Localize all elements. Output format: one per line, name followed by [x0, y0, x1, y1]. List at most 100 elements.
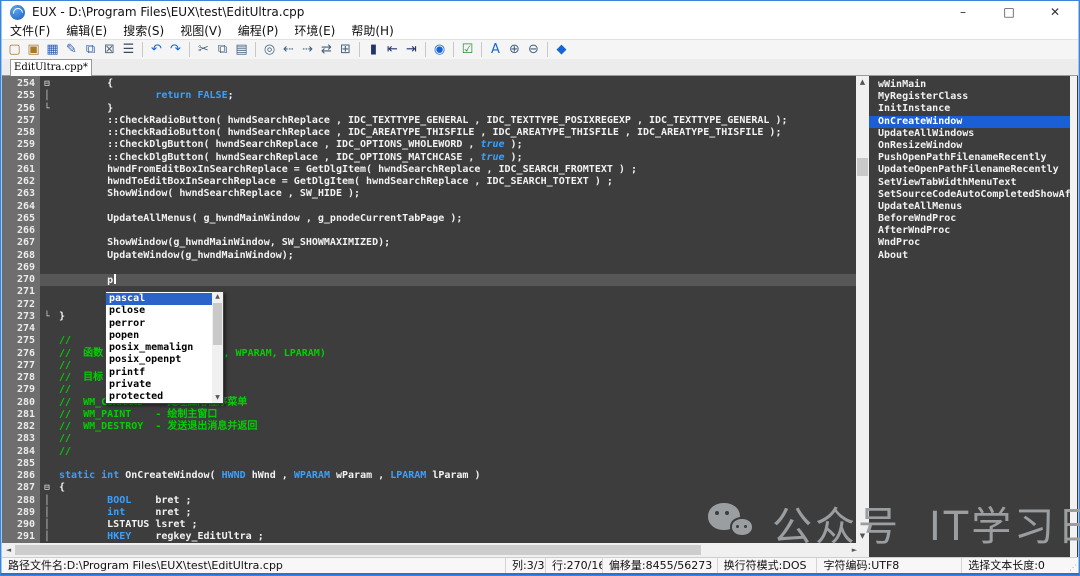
code-line[interactable]: 255│ return FALSE; — [2, 90, 856, 102]
function-list-item[interactable]: PushOpenPathFilenameRecently — [869, 152, 1070, 164]
save-all-button[interactable]: ⧉ — [81, 41, 100, 59]
replace-button[interactable]: ⇄ — [317, 41, 336, 59]
fold-marker-icon[interactable]: │ — [40, 519, 54, 531]
undo-button[interactable]: ↶ — [147, 41, 166, 59]
code-line[interactable]: 261 hwndFromEditBoxInSearchReplace = Get… — [2, 164, 856, 176]
function-list-item[interactable]: UpdateAllWindows — [869, 128, 1070, 140]
code-line[interactable]: 282// WM_DESTROY - 发送退出消息并返回 — [2, 421, 856, 433]
scroll-down-icon[interactable]: ▼ — [856, 530, 869, 543]
function-list-item[interactable]: SetViewTabWidthMenuText — [869, 177, 1070, 189]
zoom-in-button[interactable]: ⊕ — [505, 41, 524, 59]
copy-button[interactable]: ⧉ — [213, 41, 232, 59]
code-line[interactable]: 268 UpdateWindow(g_hwndMainWindow); — [2, 250, 856, 262]
editor-horizontal-scrollbar[interactable]: ◄ ► — [2, 543, 869, 557]
code-line[interactable]: 266 — [2, 225, 856, 237]
function-list-item[interactable]: AfterWndProc — [869, 225, 1070, 237]
redo-button[interactable]: ↷ — [166, 41, 185, 59]
prev-bookmark-button[interactable]: ⇤ — [383, 41, 402, 59]
autocomplete-scroll-up-icon[interactable]: ▲ — [212, 292, 223, 302]
code-line[interactable]: 281// WM_PAINT - 绘制主窗口 — [2, 409, 856, 421]
syntax-color-button[interactable]: A — [486, 41, 505, 59]
fold-marker-icon[interactable]: └ — [40, 311, 54, 323]
code-line[interactable]: 287⊟{ — [2, 482, 856, 494]
paste-button[interactable]: ▤ — [232, 41, 251, 59]
menu-item-5[interactable]: 环境(E) — [286, 23, 343, 39]
fold-marker-icon[interactable]: ⊟ — [40, 482, 54, 494]
function-list-item[interactable]: MyRegisterClass — [869, 91, 1070, 103]
function-list-item[interactable]: UpdateOpenPathFilenameRecently — [869, 164, 1070, 176]
function-list-item[interactable]: wWinMain — [869, 79, 1070, 91]
fold-marker-icon[interactable]: └ — [40, 103, 54, 115]
tab-editultra-cpp[interactable]: EditUltra.cpp* — [10, 59, 92, 76]
next-bookmark-button[interactable]: ⇥ — [402, 41, 421, 59]
autocomplete-item[interactable]: private — [106, 379, 212, 391]
code-line[interactable]: 260 ::CheckDlgButton( hwndSearchReplace … — [2, 152, 856, 164]
close-button[interactable]: ✕ — [1032, 1, 1078, 23]
code-line[interactable]: 262 hwndToEditBoxInSearchReplace = GetDl… — [2, 176, 856, 188]
code-line[interactable]: 264 — [2, 201, 856, 213]
code-line[interactable]: 288│ BOOL bret ; — [2, 495, 856, 507]
code-line[interactable]: 256└ } — [2, 103, 856, 115]
code-line[interactable]: 263 ShowWindow( hwndSearchReplace , SW_H… — [2, 188, 856, 200]
find-prev-button[interactable]: ⇠ — [279, 41, 298, 59]
fold-marker-icon[interactable]: ⊟ — [40, 78, 54, 90]
minimize-button[interactable]: – — [940, 1, 986, 23]
file-list-button[interactable]: ☰ — [119, 41, 138, 59]
autocomplete-item[interactable]: posix_openpt — [106, 354, 212, 366]
function-list-item[interactable]: InitInstance — [869, 103, 1070, 115]
code-line[interactable]: 291│ HKEY regkey_EditUltra ; — [2, 531, 856, 543]
new-file-button[interactable]: ▢ — [5, 41, 24, 59]
fold-marker-icon[interactable]: │ — [40, 531, 54, 543]
bookmark-button[interactable]: ▮ — [364, 41, 383, 59]
code-line[interactable]: 259 ::CheckDlgButton( hwndSearchReplace … — [2, 139, 856, 151]
open-file-button[interactable]: ▣ — [24, 41, 43, 59]
scroll-up-icon[interactable]: ▲ — [856, 76, 869, 89]
menu-item-4[interactable]: 编程(P) — [230, 23, 287, 39]
find-next-button[interactable]: ⇢ — [298, 41, 317, 59]
editor-vertical-scrollbar[interactable]: ▲ ▼ — [856, 76, 869, 543]
fold-marker-icon[interactable]: │ — [40, 495, 54, 507]
menu-item-2[interactable]: 搜索(S) — [115, 23, 172, 39]
horizontal-scroll-thumb[interactable] — [15, 545, 701, 555]
replace-all-button[interactable]: ⊞ — [336, 41, 355, 59]
code-line[interactable]: 270 p — [2, 274, 856, 286]
code-line[interactable]: 254⊟ { — [2, 78, 856, 90]
menu-item-1[interactable]: 编辑(E) — [58, 23, 115, 39]
code-line[interactable]: 269 — [2, 262, 856, 274]
code-line[interactable]: 286static int OnCreateWindow( HWND hWnd … — [2, 470, 856, 482]
autocomplete-item[interactable]: protected — [106, 391, 212, 403]
code-line[interactable]: 290│ LSTATUS lsret ; — [2, 519, 856, 531]
line-mode-button[interactable]: ☑ — [458, 41, 477, 59]
code-line[interactable]: 257 ::CheckRadioButton( hwndSearchReplac… — [2, 115, 856, 127]
function-list-item[interactable]: UpdateAllMenus — [869, 201, 1070, 213]
code-line[interactable]: 283// — [2, 433, 856, 445]
code-line[interactable]: 265 UpdateAllMenus( g_hwndMainWindow , g… — [2, 213, 856, 225]
maximize-button[interactable]: □ — [986, 1, 1032, 23]
function-list-item[interactable]: OnCreateWindow — [869, 116, 1070, 128]
function-list-item[interactable]: SetSourceCodeAutoCompletedShowAft — [869, 189, 1070, 201]
code-line[interactable]: 267 ShowWindow(g_hwndMainWindow, SW_SHOW… — [2, 237, 856, 249]
code-line[interactable]: 284// — [2, 446, 856, 458]
function-list-item[interactable]: BeforeWndProc — [869, 213, 1070, 225]
autocomplete-scrollbar[interactable]: ▲ ▼ — [212, 292, 223, 403]
vertical-scroll-thumb[interactable] — [857, 158, 868, 176]
autocomplete-item[interactable]: perror — [106, 318, 212, 330]
scroll-left-icon[interactable]: ◄ — [2, 543, 15, 557]
close-file-button[interactable]: ⊠ — [100, 41, 119, 59]
fold-marker-icon[interactable]: │ — [40, 90, 54, 102]
function-list-item[interactable]: WndProc — [869, 237, 1070, 249]
find-button[interactable]: ◎ — [260, 41, 279, 59]
menu-item-6[interactable]: 帮助(H) — [343, 23, 401, 39]
code-line[interactable]: 285 — [2, 458, 856, 470]
autocomplete-item[interactable]: pclose — [106, 305, 212, 317]
menu-item-0[interactable]: 文件(F) — [2, 23, 58, 39]
save-as-button[interactable]: ✎ — [62, 41, 81, 59]
code-line[interactable]: 289│ int nret ; — [2, 507, 856, 519]
autocomplete-item[interactable]: posix_memalign — [106, 342, 212, 354]
about-button[interactable]: ◆ — [552, 41, 571, 59]
autocomplete-item[interactable]: printf — [106, 367, 212, 379]
menu-item-3[interactable]: 视图(V) — [172, 23, 230, 39]
autocomplete-scroll-thumb[interactable] — [213, 303, 222, 345]
fold-marker-icon[interactable]: │ — [40, 507, 54, 519]
autocomplete-item[interactable]: pascal — [106, 293, 212, 305]
